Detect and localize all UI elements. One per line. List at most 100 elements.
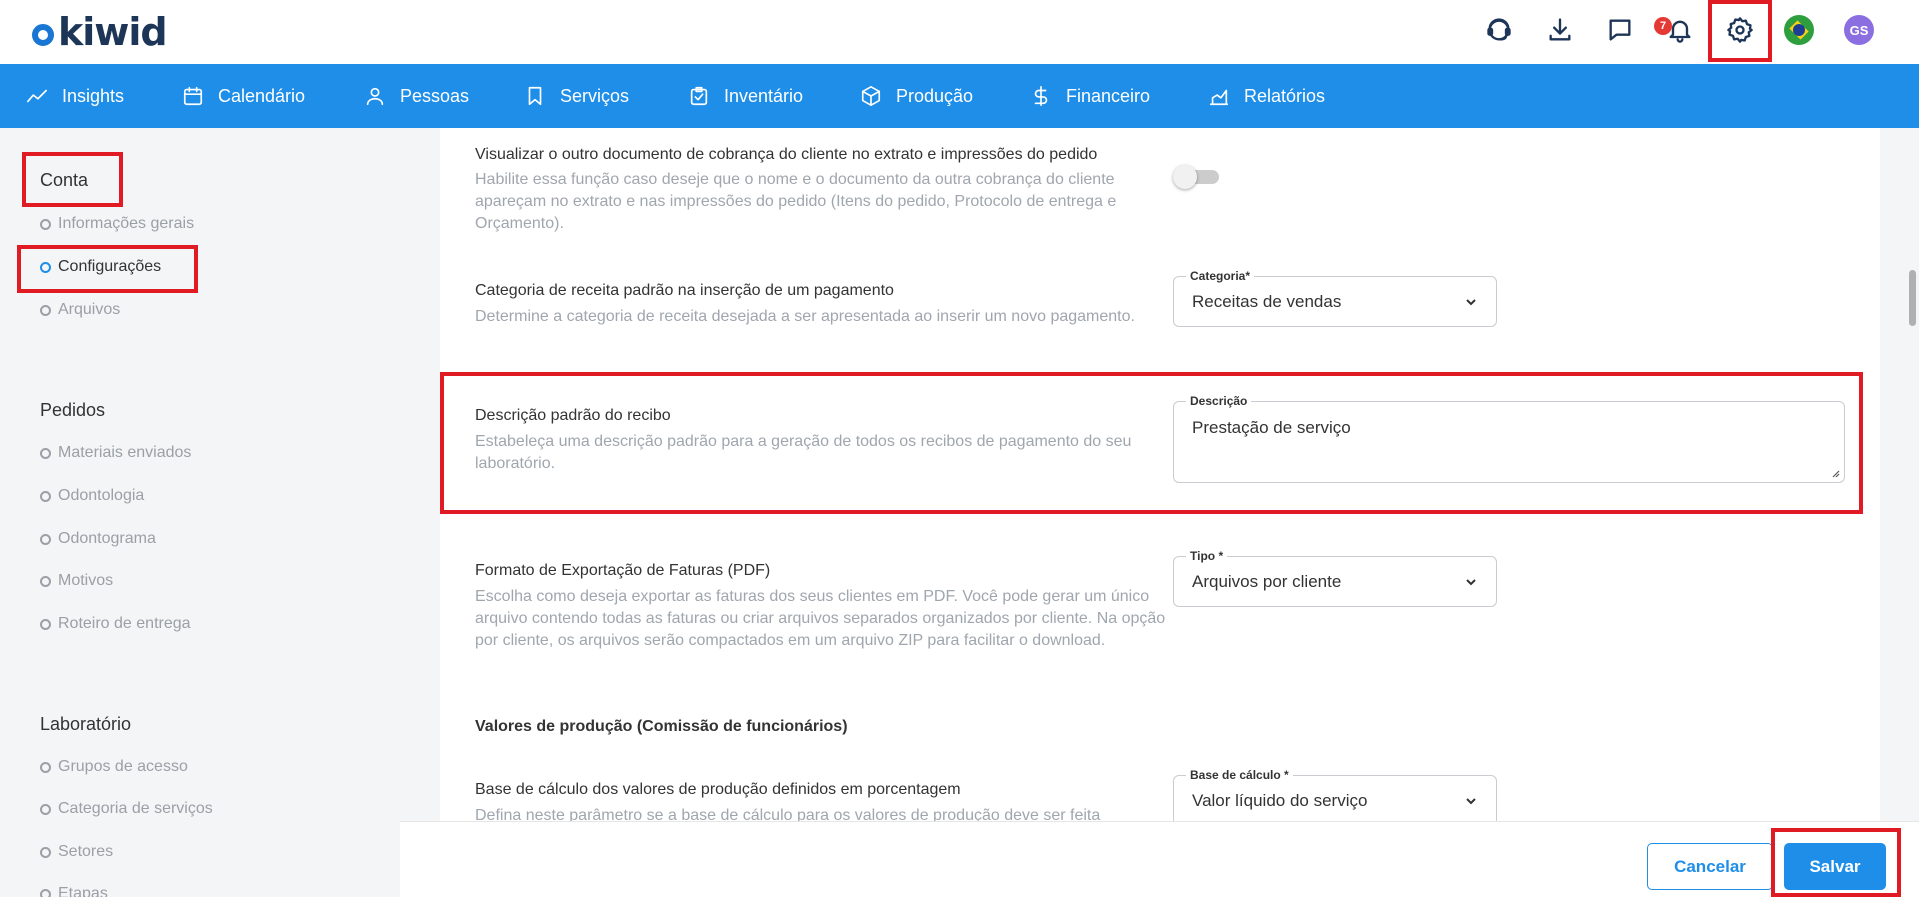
chevron-down-icon — [1464, 295, 1478, 309]
calc-base-description: Defina neste parâmetro se a base de cálc… — [475, 807, 1101, 821]
invoice-export-description: Escolha como deseja exportar as faturas … — [475, 588, 1166, 649]
nav-inventario[interactable]: Inventário — [688, 64, 803, 128]
receipt-description-description: Estabeleça uma descrição padrão para a g… — [475, 433, 1132, 472]
content-scrollbar[interactable] — [1906, 128, 1919, 821]
field-label: Base de cálculo * — [1186, 768, 1293, 782]
nav-label: Pessoas — [400, 85, 470, 106]
circle-icon — [40, 575, 51, 587]
nav-label: Calendário — [218, 85, 306, 106]
settings-sidebar: Conta Informações gerais Configurações A… — [0, 128, 400, 897]
sidebar-item-label: Categoria de serviços — [58, 800, 213, 817]
resize-handle-icon[interactable] — [1830, 468, 1840, 478]
save-button[interactable]: Salvar — [1784, 843, 1886, 890]
sidebar-item-label: Motivos — [58, 572, 114, 589]
bookmark-icon — [528, 86, 542, 106]
nav-producao[interactable]: Produção — [860, 64, 973, 128]
field-label: Categoria* — [1186, 269, 1255, 283]
sidebar-item-grupos-de-acesso[interactable]: Grupos de acesso — [40, 758, 188, 776]
sidebar-item-label: Arquivos — [58, 301, 121, 318]
chat-icon[interactable] — [1604, 14, 1636, 46]
field-value: Valor líquido do serviço — [1192, 791, 1368, 810]
field-value: Receitas de vendas — [1192, 292, 1342, 311]
field-label: Descrição — [1186, 394, 1252, 408]
nav-label: Produção — [896, 85, 974, 106]
person-icon — [366, 87, 384, 106]
nav-label: Financeiro — [1066, 85, 1151, 106]
circle-icon — [40, 261, 51, 273]
other-doc-description: Habilite essa função caso deseje que o n… — [475, 171, 1117, 232]
sidebar-item-label: Materiais enviados — [58, 444, 192, 461]
nav-financeiro[interactable]: Financeiro — [1030, 64, 1150, 128]
sidebar-item-etapas[interactable]: Etapas — [40, 885, 108, 897]
circle-icon — [40, 490, 51, 502]
nav-pessoas[interactable]: Pessoas — [364, 64, 469, 128]
sidebar-item-categoria-de-servicos[interactable]: Categoria de serviços — [40, 800, 213, 818]
sidebar-item-informacoes-gerais[interactable]: Informações gerais — [40, 215, 194, 233]
revenue-category-description: Determine a categoria de receita desejad… — [475, 308, 1135, 325]
receipt-description-title: Descrição padrão do recibo — [475, 407, 671, 424]
sidebar-item-configuracoes[interactable]: Configurações — [40, 258, 161, 276]
circle-icon — [40, 761, 51, 773]
circle-icon — [40, 803, 51, 815]
chevron-down-icon — [1464, 794, 1478, 808]
cancel-button[interactable]: Cancelar — [1647, 843, 1773, 890]
logo-text: kiwid — [58, 10, 168, 54]
user-avatar[interactable]: GS — [1844, 15, 1874, 45]
sidebar-item-arquivos[interactable]: Arquivos — [40, 301, 120, 319]
clipboard-icon — [690, 86, 708, 106]
brazil-flag-icon[interactable] — [1784, 15, 1814, 45]
sidebar-item-odontograma[interactable]: Odontograma — [40, 530, 156, 548]
circle-icon — [40, 304, 51, 316]
sidebar-item-label: Grupos de acesso — [58, 758, 188, 775]
nav-servicos[interactable]: Serviços — [524, 64, 629, 128]
footer-actions: Cancelar Salvar — [400, 821, 1919, 897]
invoice-export-type-select[interactable]: Tipo * Arquivos por cliente — [1173, 549, 1497, 607]
sidebar-item-label: Configurações — [58, 258, 162, 275]
section-pedidos: Pedidos — [40, 400, 106, 420]
other-doc-toggle[interactable] — [1173, 165, 1219, 189]
sidebar-item-motivos[interactable]: Motivos — [40, 572, 113, 590]
sidebar-item-label: Odontologia — [58, 487, 145, 504]
main-nav: Insights Calendário Pessoas Serviços Inv… — [0, 64, 1919, 128]
report-icon — [1209, 89, 1229, 106]
nav-calendario[interactable]: Calendário — [182, 64, 305, 128]
calc-base-select[interactable]: Base de cálculo * Valor líquido do servi… — [1173, 768, 1497, 821]
section-conta: Conta — [40, 170, 89, 190]
sidebar-item-materiais-enviados[interactable]: Materiais enviados — [40, 444, 191, 462]
circle-icon — [40, 533, 51, 545]
field-value: Prestação de serviço — [1192, 418, 1351, 437]
sidebar-item-label: Odontograma — [58, 530, 156, 547]
notification-badge: 7 — [1654, 17, 1672, 35]
gear-icon[interactable] — [1724, 14, 1756, 46]
toggle-thumb — [1173, 165, 1197, 189]
circle-icon — [40, 218, 51, 230]
nav-relatorios[interactable]: Relatórios — [1208, 64, 1325, 128]
revenue-category-select[interactable]: Categoria* Receitas de vendas — [1173, 269, 1497, 327]
logo-mark-icon — [32, 24, 54, 46]
circle-icon — [40, 618, 51, 630]
field-value: Arquivos por cliente — [1192, 572, 1342, 591]
dollar-icon — [1034, 86, 1048, 106]
circle-icon — [40, 846, 51, 858]
sidebar-item-odontologia[interactable]: Odontologia — [40, 487, 144, 505]
box-icon — [861, 86, 881, 106]
production-values-section-title: Valores de produção (Comissão de funcion… — [475, 718, 848, 735]
circle-icon — [40, 888, 51, 897]
calc-base-title: Base de cálculo dos valores de produção … — [475, 781, 961, 798]
nav-label: Inventário — [724, 85, 804, 106]
nav-label: Relatórios — [1244, 85, 1326, 106]
invoice-export-title: Formato de Exportação de Faturas (PDF) — [475, 562, 771, 579]
sidebar-item-setores[interactable]: Setores — [40, 843, 113, 861]
logo[interactable]: kiwid — [32, 10, 168, 54]
support-icon[interactable] — [1483, 14, 1515, 46]
sidebar-item-roteiro-de-entrega[interactable]: Roteiro de entrega — [40, 615, 191, 633]
calendar-icon — [183, 86, 203, 106]
scrollbar-thumb[interactable] — [1909, 270, 1916, 326]
receipt-description-textarea[interactable]: Descrição Prestação de serviço — [1173, 394, 1845, 483]
revenue-category-title: Categoria de receita padrão na inserção … — [475, 282, 894, 299]
nav-insights[interactable]: Insights — [26, 64, 124, 128]
top-bar: kiwid 7 GS — [0, 0, 1919, 64]
download-icon[interactable] — [1544, 14, 1576, 46]
other-doc-title: Visualizar o outro documento de cobrança… — [475, 146, 1098, 163]
sidebar-item-label: Etapas — [58, 885, 108, 897]
